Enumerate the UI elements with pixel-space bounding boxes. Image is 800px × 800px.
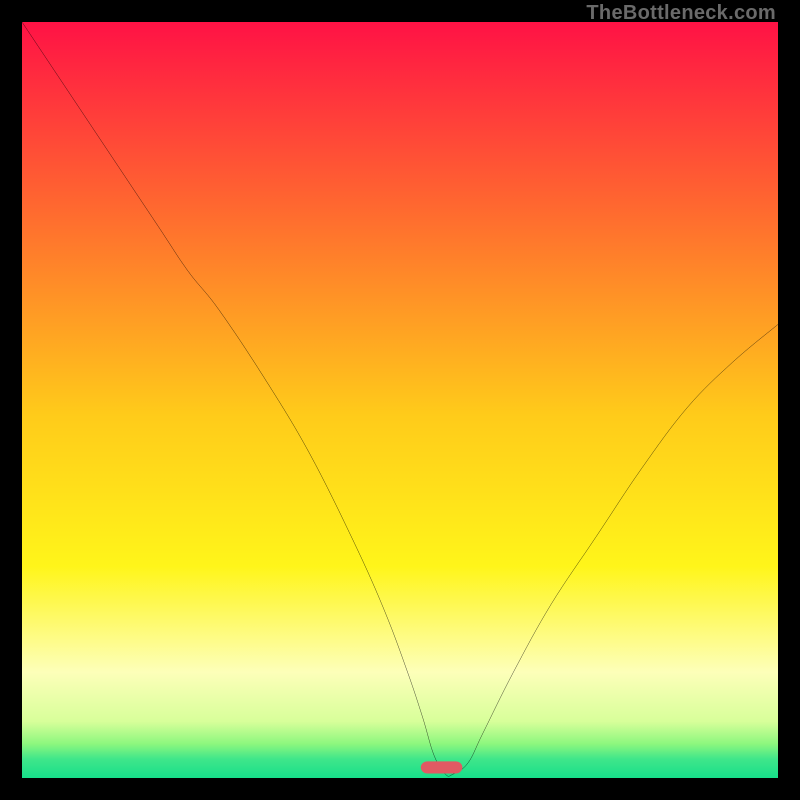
- plot-area: [22, 22, 778, 778]
- chart-frame: TheBottleneck.com: [0, 0, 800, 800]
- minimum-marker: [421, 761, 463, 773]
- chart-overlay: [22, 22, 778, 778]
- curve-line: [22, 22, 778, 776]
- watermark-text: TheBottleneck.com: [586, 2, 776, 25]
